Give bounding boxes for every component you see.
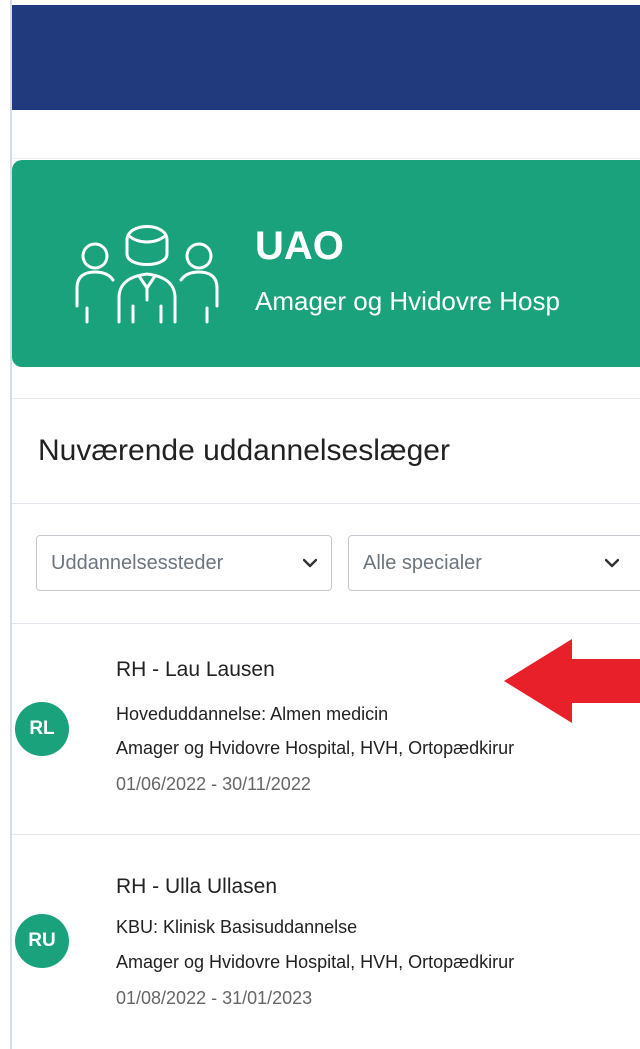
trainee-period: 01/06/2022 - 30/11/2022 [116,774,311,794]
specialties-select[interactable]: Alle specialer [348,535,640,591]
chevron-down-icon [605,558,619,568]
trainee-list-item[interactable]: RU RH - Ulla Ullasen KBU: Klinisk Basisu… [12,835,640,1049]
trainee-education: Hoveduddannelse: Almen medicin [116,704,389,724]
trainee-location: Amager og Hvidovre Hospital, HVH, Ortopæ… [116,952,515,972]
users-group-icon [75,225,219,324]
avatar: RL [15,702,69,756]
trainee-name[interactable]: RH - Lau Lausen [116,658,275,682]
trainee-name[interactable]: RH - Ulla Ullasen [116,875,277,899]
organization-subtitle: Amager og Hvidovre Hosp [255,286,560,316]
sub-header-bar [12,110,640,159]
trainee-location: Amager og Hvidovre Hospital, HVH, Ortopæ… [116,738,515,758]
training-sites-select[interactable]: Uddannelsessteder [36,535,332,591]
red-arrow-left-icon [504,639,640,723]
divider [12,503,640,504]
chevron-down-icon [303,558,317,568]
organization-title: UAO [255,224,344,268]
top-navigation-bar [12,5,640,110]
app-viewport: UAO Amager og Hvidovre Hosp Nuværende ud… [0,0,640,1049]
section-title: Nuværende uddannelseslæger [38,434,450,467]
avatar: RU [15,914,69,968]
trainee-education: KBU: Klinisk Basisuddannelse [116,917,358,937]
organization-header-card: UAO Amager og Hvidovre Hosp [12,160,640,367]
trainee-period: 01/08/2022 - 31/01/2023 [116,988,313,1008]
select-value: Uddannelsessteder [51,552,224,574]
select-value: Alle specialer [363,552,482,574]
